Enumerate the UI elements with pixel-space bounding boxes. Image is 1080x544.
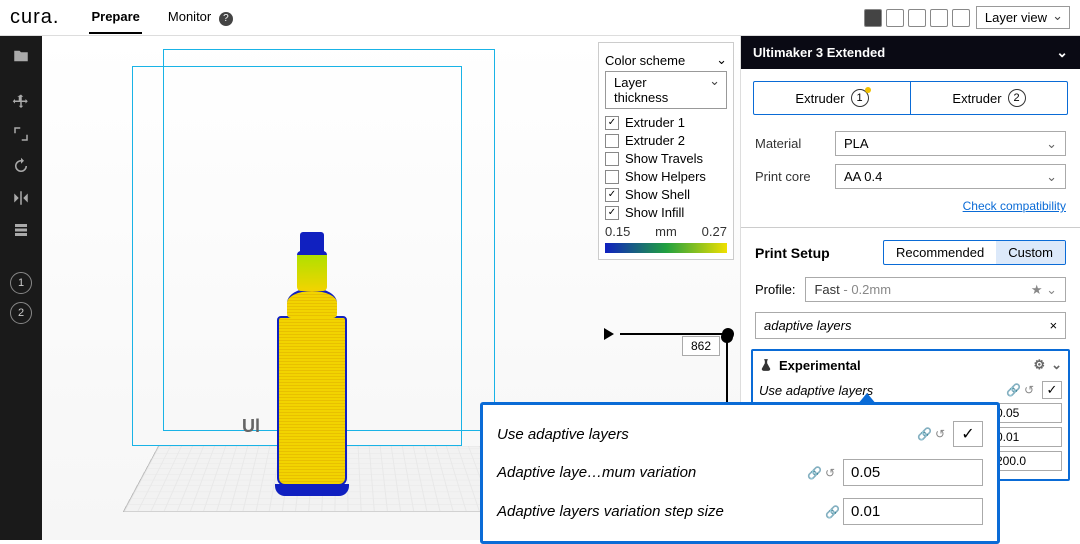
- group-title: Experimental: [779, 358, 861, 373]
- material-label: Material: [755, 136, 825, 151]
- extruder-1-label: Extruder: [795, 91, 844, 106]
- extruder-2-tab[interactable]: Extruder 2: [911, 82, 1067, 114]
- extruder-2-label: Extruder: [952, 91, 1001, 106]
- layer-count-field[interactable]: 862: [682, 336, 720, 356]
- reset-icon[interactable]: ↺: [1024, 383, 1038, 397]
- scale-unit: mm: [655, 224, 677, 239]
- extruder-2-badge: 2: [1008, 89, 1026, 107]
- view-solid-icon[interactable]: [864, 9, 882, 27]
- scale-max: 0.27: [702, 224, 727, 239]
- move-tool-icon[interactable]: [7, 88, 35, 116]
- view-layer-icon[interactable]: [908, 9, 926, 27]
- color-scheme-label: Color scheme: [605, 53, 685, 68]
- link-icon[interactable]: 🔗: [1006, 383, 1020, 397]
- extruder-1-tab[interactable]: Extruder 1: [754, 82, 911, 114]
- custom-button[interactable]: Custom: [996, 241, 1065, 264]
- threshold-input[interactable]: [990, 451, 1062, 471]
- reset-icon[interactable]: ↺: [825, 466, 839, 480]
- tab-monitor[interactable]: Monitor ?: [166, 1, 235, 34]
- use-adaptive-checkbox[interactable]: ✓: [1042, 381, 1062, 399]
- printcore-label: Print core: [755, 169, 825, 184]
- open-file-icon[interactable]: [7, 42, 35, 70]
- profile-detail: - 0.2mm: [840, 282, 891, 297]
- zoom-max-variation-input[interactable]: [843, 459, 983, 486]
- view-5-icon[interactable]: [952, 9, 970, 27]
- mirror-tool-icon[interactable]: [7, 184, 35, 212]
- extruder-1-tool[interactable]: 1: [10, 272, 32, 294]
- zoom-max-variation-label: Adaptive laye…mum variation: [497, 464, 803, 481]
- app-logo: cura.: [10, 6, 59, 29]
- help-icon[interactable]: ?: [219, 12, 233, 26]
- profile-name: Fast: [814, 282, 839, 297]
- printer-name: Ultimaker 3 Extended: [753, 45, 885, 60]
- gear-icon[interactable]: ⚙: [1033, 357, 1045, 373]
- model-preview[interactable]: [272, 196, 352, 496]
- extruder-2-tool[interactable]: 2: [10, 302, 32, 324]
- scale-min: 0.15: [605, 224, 630, 239]
- plate-logo: Ul: [242, 416, 260, 437]
- color-scheme-select[interactable]: Layer thickness: [605, 71, 727, 109]
- settings-zoom-callout: Use adaptive layers 🔗 ↺ ✓ Adaptive laye……: [480, 402, 1000, 544]
- label-infill: Show Infill: [625, 205, 684, 220]
- view-4-icon[interactable]: [930, 9, 948, 27]
- layer-vertical-handle[interactable]: [721, 331, 733, 343]
- view-xray-icon[interactable]: [886, 9, 904, 27]
- checkbox-helpers[interactable]: [605, 170, 619, 184]
- rotate-tool-icon[interactable]: [7, 152, 35, 180]
- checkbox-ext1[interactable]: ✓: [605, 116, 619, 130]
- view-mode-select[interactable]: Layer view: [976, 6, 1070, 29]
- link-icon[interactable]: 🔗: [825, 505, 839, 519]
- print-setup-title: Print Setup: [755, 245, 830, 261]
- printcore-select[interactable]: AA 0.4: [835, 164, 1066, 189]
- checkbox-ext2[interactable]: [605, 134, 619, 148]
- search-text: adaptive layers: [764, 318, 851, 333]
- checkbox-shell[interactable]: ✓: [605, 188, 619, 202]
- thickness-gradient: [605, 243, 727, 253]
- layer-view-panel: Color scheme⌄ Layer thickness ✓Extruder …: [598, 42, 734, 260]
- zoom-step-size-input[interactable]: [843, 498, 983, 525]
- profile-select[interactable]: Fast - 0.2mm: [805, 277, 1066, 302]
- link-icon[interactable]: 🔗: [807, 466, 821, 480]
- profile-label: Profile:: [755, 282, 795, 297]
- extruder-1-badge: 1: [851, 89, 869, 107]
- tab-monitor-label: Monitor: [168, 9, 211, 24]
- reset-icon[interactable]: ↺: [935, 427, 949, 441]
- left-toolbar: 1 2: [0, 36, 42, 540]
- clear-search-icon[interactable]: ×: [1049, 318, 1057, 333]
- label-ext2: Extruder 2: [625, 133, 685, 148]
- settings-search-input[interactable]: adaptive layers ×: [755, 312, 1066, 339]
- material-select[interactable]: PLA: [835, 131, 1066, 156]
- zoom-step-size-label: Adaptive layers variation step size: [497, 503, 821, 520]
- link-icon[interactable]: 🔗: [917, 427, 931, 441]
- tab-prepare[interactable]: Prepare: [89, 1, 141, 34]
- play-icon[interactable]: [604, 328, 614, 340]
- label-travels: Show Travels: [625, 151, 703, 166]
- label-shell: Show Shell: [625, 187, 690, 202]
- max-variation-input[interactable]: [990, 403, 1062, 423]
- step-size-input[interactable]: [990, 427, 1062, 447]
- zoom-use-adaptive-label: Use adaptive layers: [497, 426, 913, 443]
- check-compatibility-link[interactable]: Check compatibility: [741, 193, 1080, 223]
- scale-tool-icon[interactable]: [7, 120, 35, 148]
- label-helpers: Show Helpers: [625, 169, 706, 184]
- use-adaptive-label: Use adaptive layers: [759, 383, 1002, 398]
- flask-icon: [759, 358, 773, 372]
- view-icons: [864, 9, 970, 27]
- recommended-button[interactable]: Recommended: [884, 241, 996, 264]
- permodel-tool-icon[interactable]: [7, 216, 35, 244]
- checkbox-travels[interactable]: [605, 152, 619, 166]
- checkbox-infill[interactable]: ✓: [605, 206, 619, 220]
- zoom-use-adaptive-checkbox[interactable]: ✓: [953, 421, 983, 447]
- chevron-down-icon[interactable]: ⌄: [1051, 357, 1062, 373]
- label-ext1: Extruder 1: [625, 115, 685, 130]
- printer-select[interactable]: Ultimaker 3 Extended: [741, 36, 1080, 69]
